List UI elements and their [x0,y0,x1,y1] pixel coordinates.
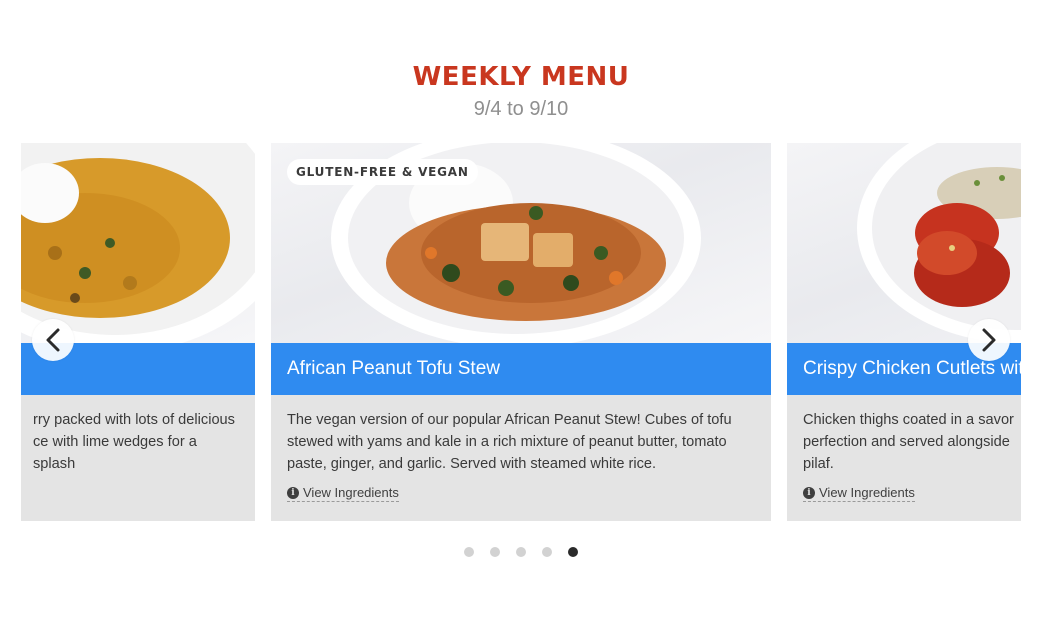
dietary-badge: GLUTEN-FREE & VEGAN [287,159,478,185]
card-description-line: perfection and served alongside [803,434,1010,450]
info-icon: i [803,486,815,499]
menu-card-african-peanut-tofu-stew[interactable]: GLUTEN-FREE & VEGAN African Peanut Tofu … [271,143,771,521]
chevron-left-icon [46,328,60,352]
curry-photo-illustration [21,143,255,343]
carousel-next-button[interactable] [968,319,1010,361]
card-description-line: rry packed with lots of delicious [33,412,235,428]
info-icon: i [287,486,299,499]
pagination-dot-5[interactable] [568,547,578,557]
menu-carousel: rry packed with lots of delicious ce wit… [21,143,1021,521]
menu-header: WEEKLY MENU 9/4 to 9/10 [0,60,1042,122]
view-ingredients-label: View Ingredients [303,485,399,500]
card-description: rry packed with lots of delicious ce wit… [21,409,239,475]
card-description-line: Chicken thighs coated in a savor [803,412,1014,428]
chevron-right-icon [982,328,996,352]
card-description: The vegan version of our popular African… [287,412,732,472]
card-description-line: pilaf. [803,456,834,472]
view-ingredients-link[interactable]: i View Ingredients [287,485,399,502]
view-ingredients-label: View Ingredients [819,485,915,500]
pagination-dot-2[interactable] [490,547,500,557]
date-range: 9/4 to 9/10 [473,98,569,120]
dish-photo: GLUTEN-FREE & VEGAN [271,143,771,343]
card-description: Chicken thighs coated in a savor perfect… [803,409,1021,475]
dish-photo [787,143,1021,343]
view-ingredients-link[interactable]: i View Ingredients [803,485,915,502]
carousel-pagination [464,547,578,557]
pagination-dot-1[interactable] [464,547,474,557]
card-title: African Peanut Tofu Stew [287,358,500,379]
pagination-dot-3[interactable] [516,547,526,557]
carousel-prev-button[interactable] [32,319,74,361]
page-title: WEEKLY MENU [412,62,630,92]
chicken-photo-illustration [857,143,1021,343]
dish-photo [21,143,255,343]
pagination-dot-4[interactable] [542,547,552,557]
card-title-bar: African Peanut Tofu Stew [271,343,771,395]
card-description-line: ce with lime wedges for a splash [33,434,197,472]
